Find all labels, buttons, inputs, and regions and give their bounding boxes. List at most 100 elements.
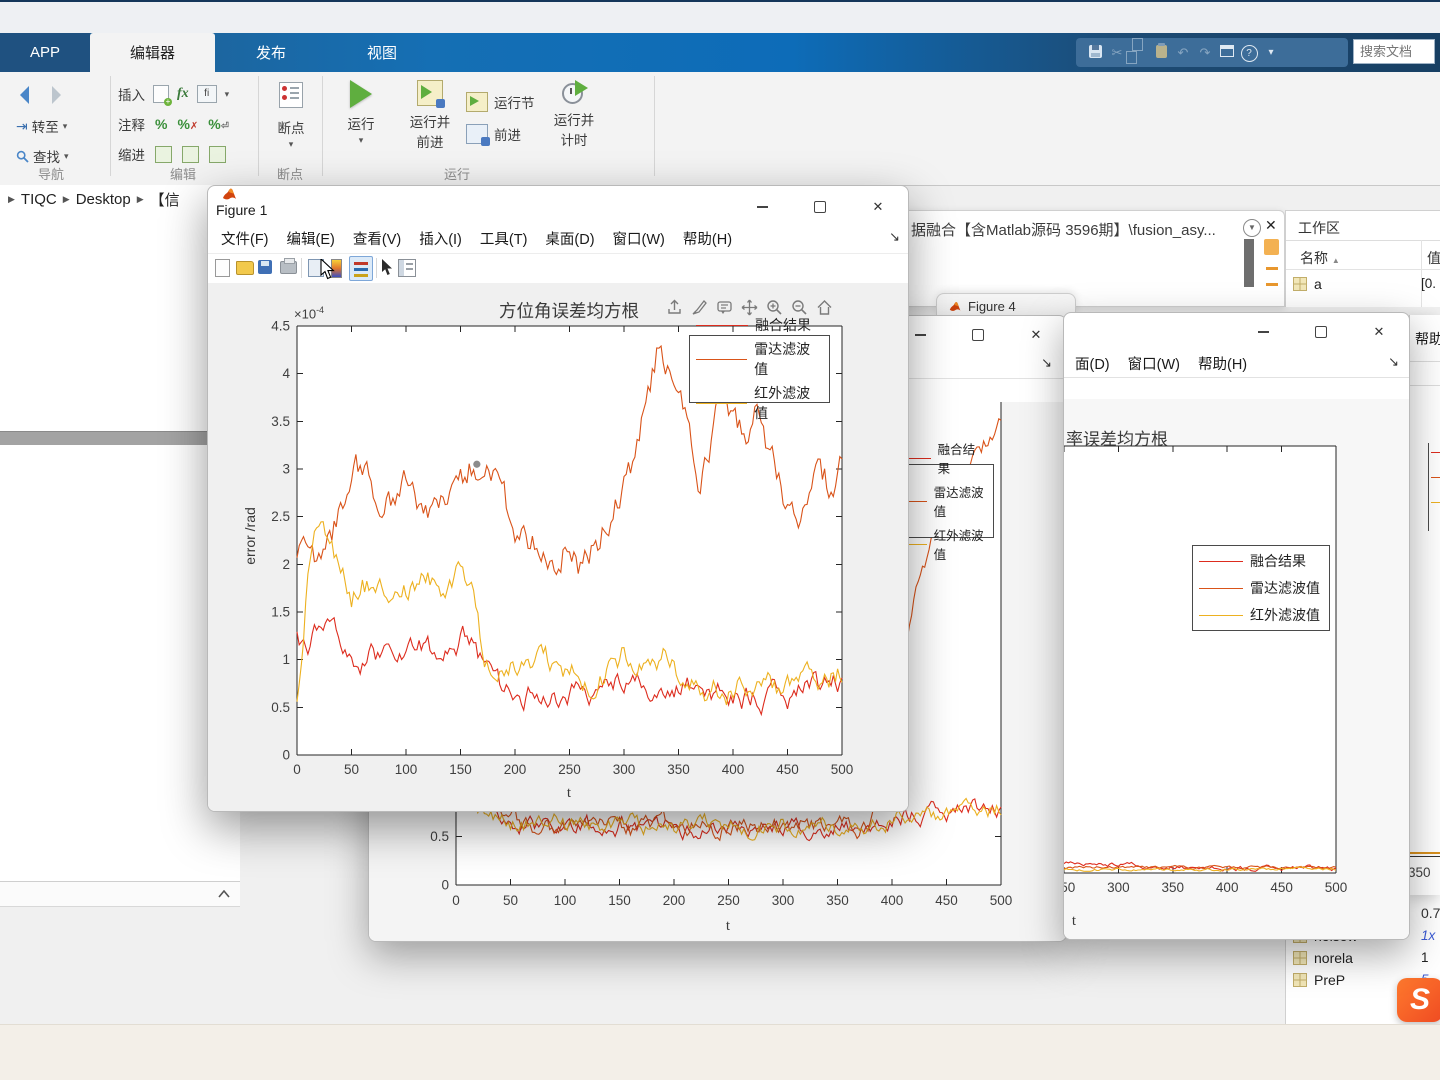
minimize-button[interactable] bbox=[742, 194, 782, 220]
figure-edge-menu-help[interactable]: 帮助 bbox=[1415, 329, 1440, 349]
workspace-col-value[interactable]: 值 bbox=[1427, 248, 1440, 268]
breadcrumb-item[interactable]: Desktop bbox=[76, 191, 131, 208]
tab-publish[interactable]: 发布 bbox=[215, 33, 327, 72]
chevron-down-icon[interactable]: ▾ bbox=[225, 89, 230, 100]
menu-item[interactable]: 插入(I) bbox=[410, 224, 471, 253]
run-section-button[interactable]: 运行节 bbox=[466, 92, 535, 112]
insert-section-icon[interactable]: + bbox=[153, 85, 172, 106]
back-icon[interactable] bbox=[20, 86, 29, 104]
zoom-in-icon[interactable] bbox=[766, 299, 783, 316]
brush-icon[interactable] bbox=[691, 299, 708, 316]
close-button[interactable]: ✕ bbox=[1016, 322, 1056, 348]
maximize-button[interactable] bbox=[1301, 319, 1341, 345]
breakpoints-button[interactable]: 断点 ▾ bbox=[268, 82, 314, 150]
legend-line-sample bbox=[696, 402, 748, 404]
menu-item[interactable]: 查看(V) bbox=[344, 224, 410, 253]
dock-arrow-icon[interactable]: ↘ bbox=[1388, 354, 1399, 370]
maximize-button[interactable] bbox=[958, 322, 998, 348]
toolbar-expand-icon[interactable]: ▾ bbox=[1260, 47, 1282, 58]
home-icon[interactable] bbox=[816, 299, 833, 316]
editor-title[interactable]: 据融合【含Matlab源码 3596期】\fusion_asy... bbox=[911, 219, 1233, 240]
export-icon[interactable] bbox=[666, 299, 683, 316]
indent-left-icon[interactable] bbox=[209, 145, 226, 163]
collapse-chevron-icon[interactable] bbox=[218, 890, 230, 898]
dock-arrow-icon[interactable]: ↘ bbox=[889, 229, 900, 245]
zoom-out-icon[interactable] bbox=[791, 299, 808, 316]
close-button[interactable]: ✕ bbox=[1359, 319, 1399, 345]
figure2-legend[interactable]: 融合结果 雷达滤波值 红外滤波值 bbox=[894, 443, 994, 562]
save-icon[interactable] bbox=[258, 260, 272, 274]
workspace-row[interactable]: a [0. bbox=[1286, 273, 1440, 295]
goto-button[interactable]: ⇥ 转至 ▾ bbox=[16, 116, 67, 136]
undo-icon[interactable]: ↶ bbox=[1172, 45, 1194, 61]
figure1-legend[interactable]: 融合结果 雷达滤波值 红外滤波值 bbox=[689, 319, 830, 422]
menu-item[interactable]: 桌面(D) bbox=[536, 224, 603, 253]
run-advance-button[interactable]: 运行并 前进 bbox=[404, 80, 456, 151]
smart-indent-icon[interactable] bbox=[155, 145, 172, 163]
breadcrumb-item[interactable]: 【信 bbox=[150, 189, 180, 210]
panel-splitter[interactable] bbox=[0, 431, 240, 445]
advance-button[interactable]: 前进 bbox=[466, 124, 521, 146]
copy-icon[interactable] bbox=[1125, 37, 1150, 69]
taskbar: e e e L ✂ M bbox=[0, 1024, 1440, 1080]
insert-legend-icon[interactable] bbox=[349, 256, 373, 281]
insert-label: 插入 bbox=[118, 88, 145, 103]
insert-fx-icon[interactable]: fx bbox=[177, 86, 189, 102]
menu-item[interactable]: 窗口(W) bbox=[1119, 349, 1189, 378]
datatip-marker[interactable] bbox=[473, 460, 481, 468]
wrap-comment-icon[interactable]: %⏎ bbox=[208, 116, 229, 132]
menu-item[interactable]: 面(D) bbox=[1066, 349, 1119, 378]
x-tick-label: 150 bbox=[449, 762, 472, 777]
figure5-legend[interactable]: 融合结果 雷达滤波值 红外滤波值 bbox=[1192, 545, 1330, 631]
tab-editor[interactable]: 编辑器 bbox=[90, 33, 215, 72]
legend-line-sample bbox=[1199, 560, 1243, 562]
run-button[interactable]: 运行 ▾ bbox=[338, 80, 384, 146]
menu-item[interactable]: 文件(F) bbox=[212, 224, 278, 253]
legend-line-sample bbox=[1199, 587, 1243, 589]
save-icon[interactable] bbox=[1084, 44, 1106, 61]
editor-scrollbar-thumb[interactable] bbox=[1244, 239, 1254, 287]
legend-entry: 融合结果 bbox=[696, 315, 823, 335]
redo-icon[interactable]: ↷ bbox=[1194, 45, 1216, 61]
menu-item[interactable]: 编辑(E) bbox=[278, 224, 344, 253]
run-section-icon bbox=[466, 92, 488, 112]
figure1-ylabel: error /rad bbox=[242, 507, 258, 565]
sogou-logo[interactable]: S bbox=[1397, 978, 1440, 1022]
find-button[interactable]: 查找 ▾ bbox=[16, 146, 69, 166]
open-icon[interactable] bbox=[236, 261, 254, 275]
forward-icon[interactable] bbox=[52, 86, 61, 104]
pointer-icon[interactable] bbox=[381, 259, 393, 276]
run-time-label-1: 运行并 bbox=[553, 113, 595, 128]
indent-right-icon[interactable] bbox=[182, 145, 199, 163]
minimize-button[interactable] bbox=[1243, 319, 1283, 345]
legend-entry: 雷达滤波值 bbox=[1199, 578, 1323, 598]
new-window-icon[interactable] bbox=[1216, 45, 1238, 60]
print-icon[interactable] bbox=[280, 258, 297, 274]
doc-search-input[interactable] bbox=[1353, 39, 1435, 64]
menu-item[interactable]: 帮助(H) bbox=[674, 224, 741, 253]
insert-fi-icon[interactable]: fi bbox=[196, 85, 217, 103]
tab-view[interactable]: 视图 bbox=[327, 33, 437, 72]
breadcrumb-item[interactable]: TIQC bbox=[21, 191, 57, 208]
tab-app[interactable]: APP bbox=[0, 33, 90, 72]
maximize-button[interactable] bbox=[800, 194, 840, 220]
dock-arrow-icon[interactable]: ↘ bbox=[1041, 355, 1052, 371]
run-time-button[interactable]: 运行并 计时 bbox=[548, 80, 600, 149]
comment-icon[interactable]: % bbox=[155, 116, 167, 132]
new-figure-icon[interactable] bbox=[215, 259, 230, 277]
y-multiplier-label: ×10-4 bbox=[294, 305, 325, 322]
menu-item[interactable]: 工具(T) bbox=[471, 224, 537, 253]
close-button[interactable]: ✕ bbox=[858, 194, 898, 220]
uncomment-icon[interactable]: %✗ bbox=[177, 116, 198, 132]
editor-close-icon[interactable]: ✕ bbox=[1265, 217, 1277, 234]
datatips-icon[interactable] bbox=[716, 299, 733, 316]
workspace-row[interactable]: norela 1 bbox=[1286, 947, 1440, 969]
workspace-col-name[interactable]: 名称 ▲ bbox=[1300, 248, 1340, 268]
menu-item[interactable]: 帮助(H) bbox=[1189, 349, 1256, 378]
help-icon[interactable]: ? bbox=[1238, 44, 1260, 62]
menu-item[interactable]: 窗口(W) bbox=[604, 224, 674, 253]
paste-icon[interactable] bbox=[1150, 42, 1172, 61]
property-editor-icon[interactable] bbox=[398, 259, 416, 277]
pan-icon[interactable] bbox=[741, 299, 758, 316]
editor-dropdown-icon[interactable]: ▼ bbox=[1243, 219, 1261, 237]
